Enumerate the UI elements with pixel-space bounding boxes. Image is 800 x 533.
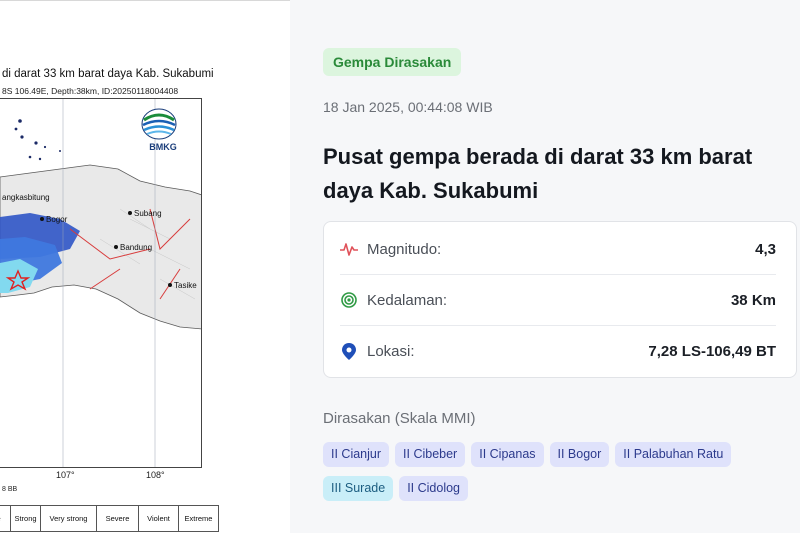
- magnitude-row: Magnitudo: 4,3: [340, 224, 776, 275]
- felt-location-chip: II Cipanas: [471, 442, 544, 467]
- city-label-subang: Subang: [134, 209, 162, 218]
- location-label: Lokasi:: [367, 343, 415, 360]
- lat-label: 8 BB: [2, 486, 18, 493]
- intensity-legend-table: ate Strong Very strong Severe Violent Ex…: [0, 505, 219, 532]
- bmkg-emblem-icon: [141, 108, 177, 140]
- magnitude-label: Magnitudo:: [367, 240, 442, 258]
- depth-row: Kedalaman: 38 Km: [340, 275, 776, 326]
- city-label-tasikmalaya: Tasike: [174, 281, 197, 290]
- city-label-bandung: Bandung: [120, 243, 152, 252]
- legend-cell: Strong: [11, 506, 41, 532]
- lon-label-108: 108°: [146, 470, 165, 480]
- location-value: 7,28 LS-106,49 BT: [648, 343, 776, 360]
- map-subtitle: 8S 106.49E, Depth:38km, ID:2025011800440…: [2, 86, 179, 96]
- target-icon: [340, 291, 358, 309]
- shakemap-svg: angkasbitung Bogor Subang Bandung Tasike: [0, 99, 201, 467]
- earthquake-map-panel: di darat 33 km barat daya Kab. Sukabumi …: [0, 0, 290, 533]
- location-pin-icon: [340, 343, 358, 361]
- legend-cell: Very strong: [41, 506, 97, 532]
- legend-cell: ate: [0, 506, 11, 532]
- quake-details-card: Magnitudo: 4,3 Kedalaman: 38 Km Lokasi: …: [323, 221, 797, 378]
- event-datetime: 18 Jan 2025, 00:44:08 WIB: [323, 99, 493, 115]
- shakemap-image: angkasbitung Bogor Subang Bandung Tasike…: [0, 98, 202, 468]
- city-label-bogor: Bogor: [46, 215, 68, 224]
- felt-intensity-title: Dirasakan (Skala MMI): [323, 410, 476, 427]
- felt-location-chip: II Cidolog: [399, 476, 469, 501]
- depth-value: 38 Km: [730, 291, 776, 309]
- epicenter-headline: Pusat gempa berada di darat 33 km barat …: [323, 144, 753, 203]
- felt-location-chip: II Palabuhan Ratu: [615, 442, 732, 467]
- felt-location-chip: II Cibeber: [395, 442, 466, 467]
- lon-label-107: 107°: [56, 470, 75, 480]
- map-title: di darat 33 km barat daya Kab. Sukabumi: [2, 68, 214, 80]
- pulse-icon: [340, 240, 358, 258]
- city-label-rangkasbitung: angkasbitung: [2, 193, 50, 202]
- felt-location-chip: II Bogor: [549, 442, 610, 467]
- felt-location-chip: III Surade: [323, 476, 394, 501]
- bmkg-logo-text: BMKG: [149, 142, 177, 152]
- legend-cell: Violent: [139, 506, 179, 532]
- felt-locations-list: II Cianjur II Cibeber II Cipanas II Bogor II…: [323, 442, 793, 510]
- felt-earthquake-badge: Gempa Dirasakan: [323, 48, 462, 76]
- location-row: Lokasi: 7,28 LS-106,49 BT: [340, 326, 776, 377]
- legend-cell: Severe: [97, 506, 139, 532]
- bmkg-logo: BMKG: [140, 107, 186, 152]
- felt-location-chip: II Cianjur: [323, 442, 390, 467]
- top-divider: [0, 0, 290, 1]
- legend-cell: Extreme: [179, 506, 219, 532]
- earthquake-info-panel: Gempa Dirasakan 18 Jan 2025, 00:44:08 WI…: [290, 0, 800, 533]
- magnitude-value: 4,3: [755, 240, 776, 258]
- depth-label: Kedalaman:: [367, 291, 448, 309]
